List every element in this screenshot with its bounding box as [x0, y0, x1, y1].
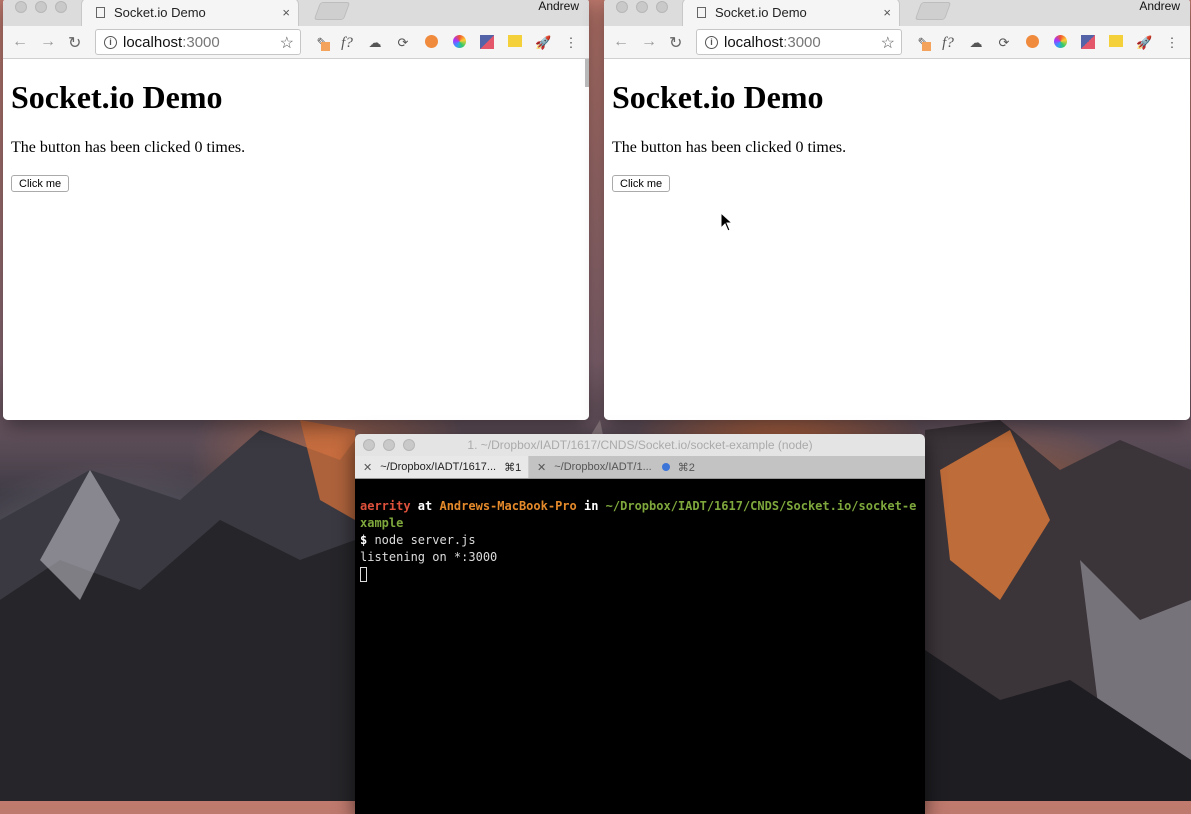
terminal-tab-1-label: ~/Dropbox/IADT/1617... — [380, 461, 497, 473]
tab-strip: Socket.io Demo × Andrew — [604, 0, 1190, 26]
browser-window-left: Socket.io Demo × Andrew ← → ↻ i localhos… — [3, 0, 589, 420]
close-window-button[interactable] — [15, 1, 27, 13]
close-tab-icon[interactable]: ✕ — [537, 461, 546, 474]
yellow-box-icon[interactable] — [507, 35, 523, 51]
orange-circle-icon[interactable] — [1024, 35, 1040, 51]
url-port: :3000 — [182, 33, 220, 51]
browser-toolbar: ← → ↻ i localhost:3000 ☆ ✎ f? ☁ ⟳ 🚀 ⋮ — [604, 26, 1190, 59]
url-host: localhost — [123, 33, 183, 51]
maximize-window-button[interactable] — [55, 1, 67, 13]
close-tab-icon[interactable]: ✕ — [363, 461, 372, 474]
click-count-text: The button has been clicked 0 times. — [11, 139, 246, 156]
sync-icon[interactable]: ⟳ — [996, 35, 1012, 51]
function-icon[interactable]: f? — [940, 35, 956, 51]
rocket-icon[interactable]: 🚀 — [535, 35, 551, 51]
color-wheel-icon[interactable] — [1052, 35, 1068, 51]
back-icon[interactable]: ← — [613, 33, 629, 51]
cloud-icon[interactable]: ☁ — [367, 35, 383, 51]
color-wheel-icon[interactable] — [451, 35, 467, 51]
address-bar[interactable]: i localhost:3000 ☆ — [696, 29, 902, 55]
orange-circle-icon[interactable] — [423, 35, 439, 51]
cloud-icon[interactable]: ☁ — [968, 35, 984, 51]
function-icon[interactable]: f? — [339, 35, 355, 51]
window-controls — [616, 1, 668, 13]
prompt-host: Andrews-MacBook-Pro — [439, 499, 577, 513]
browser-tab[interactable]: Socket.io Demo × — [81, 0, 299, 26]
terminal-tab-1-shortcut: ⌘1 — [504, 461, 522, 474]
server-output: listening on *:3000 — [360, 550, 498, 564]
profile-name[interactable]: Andrew — [538, 0, 579, 13]
tab-strip: Socket.io Demo × Andrew — [3, 0, 589, 26]
prompt-in: in — [576, 499, 606, 513]
tab-title: Socket.io Demo — [715, 5, 807, 20]
star-icon[interactable]: ☆ — [881, 33, 895, 53]
terminal-title: 1. ~/Dropbox/IADT/1617/CNDS/Socket.io/so… — [467, 438, 813, 452]
terminal-window: 1. ~/Dropbox/IADT/1617/CNDS/Socket.io/so… — [355, 434, 925, 814]
yellow-box-icon[interactable] — [1108, 35, 1124, 51]
terminal-output[interactable]: aerrity at Andrews-MacBook-Pro in ~/Drop… — [360, 498, 921, 583]
page-heading: Socket.io Demo — [612, 79, 824, 115]
sync-icon[interactable]: ⟳ — [395, 35, 411, 51]
back-icon[interactable]: ← — [12, 33, 28, 51]
star-icon[interactable]: ☆ — [280, 33, 294, 53]
document-icon — [697, 7, 706, 18]
info-icon[interactable]: i — [705, 35, 718, 49]
flag-icon[interactable] — [1080, 35, 1096, 51]
new-tab-button[interactable] — [914, 2, 952, 20]
terminal-tab-1[interactable]: ✕ ~/Dropbox/IADT/1617... ⌘1 — [355, 456, 528, 478]
terminal-tab-2-label: ~/Dropbox/IADT/1... — [554, 461, 652, 473]
orange-square-icon — [321, 42, 330, 51]
minimize-window-button[interactable] — [35, 1, 47, 13]
reload-icon[interactable]: ↻ — [68, 33, 81, 53]
info-icon[interactable]: i — [104, 35, 117, 49]
menu-icon[interactable]: ⋮ — [1164, 35, 1180, 51]
terminal-tabs: ✕ ~/Dropbox/IADT/1617... ⌘1 ✕ ~/Dropbox/… — [355, 456, 925, 479]
new-tab-button[interactable] — [313, 2, 351, 20]
close-window-button[interactable] — [616, 1, 628, 13]
flag-icon[interactable] — [479, 35, 495, 51]
orange-square-icon — [922, 42, 931, 51]
reload-icon[interactable]: ↻ — [669, 33, 682, 53]
maximize-window-button[interactable] — [656, 1, 668, 13]
close-tab-icon[interactable]: × — [282, 5, 290, 20]
browser-tab[interactable]: Socket.io Demo × — [682, 0, 900, 26]
close-tab-icon[interactable]: × — [883, 5, 891, 20]
page-content: Socket.io Demo The button has been click… — [604, 59, 1190, 420]
click-me-button[interactable]: Click me — [11, 175, 70, 192]
scrollbar[interactable] — [585, 59, 589, 87]
terminal-cursor — [360, 567, 367, 582]
url-host: localhost — [724, 33, 784, 51]
document-icon — [96, 7, 105, 18]
click-count-text: The button has been clicked 0 times. — [612, 139, 847, 156]
prompt-at: at — [410, 499, 440, 513]
terminal-titlebar: 1. ~/Dropbox/IADT/1617/CNDS/Socket.io/so… — [355, 434, 925, 456]
terminal-tab-2-shortcut: ⌘2 — [677, 461, 695, 474]
mouse-cursor-icon — [720, 212, 734, 232]
page-content: Socket.io Demo The button has been click… — [3, 59, 589, 420]
terminal-tab-2[interactable]: ✕ ~/Dropbox/IADT/1... ⌘2 — [529, 456, 925, 478]
rocket-icon[interactable]: 🚀 — [1136, 35, 1152, 51]
address-bar[interactable]: i localhost:3000 ☆ — [95, 29, 301, 55]
window-controls — [15, 1, 67, 13]
profile-name[interactable]: Andrew — [1139, 0, 1180, 13]
forward-icon[interactable]: → — [40, 33, 56, 51]
prompt-user: aerrity — [360, 499, 411, 513]
url-port: :3000 — [783, 33, 821, 51]
click-me-button[interactable]: Click me — [612, 175, 671, 192]
browser-toolbar: ← → ↻ i localhost:3000 ☆ ✎ f? ☁ ⟳ 🚀 ⋮ — [3, 26, 589, 59]
command-text: node server.js — [367, 533, 476, 547]
browser-window-right: Socket.io Demo × Andrew ← → ↻ i localhos… — [604, 0, 1190, 420]
forward-icon[interactable]: → — [641, 33, 657, 51]
page-heading: Socket.io Demo — [11, 79, 223, 115]
tab-title: Socket.io Demo — [114, 5, 206, 20]
menu-icon[interactable]: ⋮ — [563, 35, 579, 51]
activity-dot-icon — [661, 463, 670, 471]
minimize-window-button[interactable] — [636, 1, 648, 13]
